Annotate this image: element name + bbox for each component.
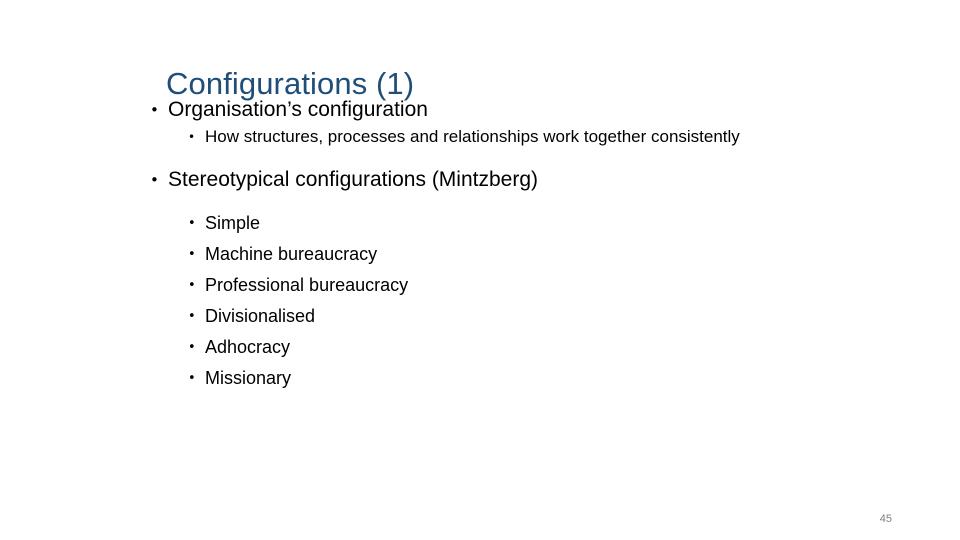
slide-body: • Organisation’s configuration • How str… bbox=[0, 96, 960, 394]
bullet-dot-icon: • bbox=[188, 247, 196, 262]
list-item-label: Professional bureaucracy bbox=[205, 275, 409, 295]
list-item-label: Simple bbox=[205, 213, 261, 233]
bullet-label: Stereotypical configurations (Mintzberg) bbox=[168, 168, 539, 191]
list-item: • Adhocracy bbox=[0, 332, 960, 363]
bullet-dot-icon: • bbox=[188, 371, 196, 386]
slide-canvas: Configurations (1) • Organisation’s conf… bbox=[0, 0, 960, 540]
bullet-label: How structures, processes and relationsh… bbox=[205, 127, 740, 146]
bullet-label: Organisation’s configuration bbox=[168, 98, 428, 121]
bullet-dot-icon: • bbox=[188, 309, 196, 324]
bullet-level1-stereotypical-configurations: • Stereotypical configurations (Mintzber… bbox=[0, 166, 960, 194]
list-item: • Divisionalised bbox=[0, 301, 960, 332]
list-item-label: Adhocracy bbox=[205, 337, 291, 357]
list-item: • Simple bbox=[0, 208, 960, 239]
list-item: • Machine bureaucracy bbox=[0, 239, 960, 270]
list-item-label: Machine bureaucracy bbox=[205, 244, 378, 264]
list-item: • Professional bureaucracy bbox=[0, 270, 960, 301]
page-number: 45 bbox=[879, 513, 892, 525]
list-item-label: Divisionalised bbox=[205, 306, 316, 326]
bullet-dot-icon: • bbox=[188, 130, 196, 144]
bullet-dot-icon: • bbox=[188, 278, 196, 293]
list-item-label: Missionary bbox=[205, 368, 292, 388]
bullet-level2-how-structures: • How structures, processes and relation… bbox=[0, 124, 960, 150]
bullet-dot-icon: • bbox=[188, 340, 196, 355]
mintzberg-configuration-list: • Simple • Machine bureaucracy • Profess… bbox=[0, 208, 960, 394]
bullet-dot-icon: • bbox=[150, 171, 159, 189]
list-item: • Missionary bbox=[0, 363, 960, 394]
bullet-dot-icon: • bbox=[188, 216, 196, 231]
bullet-level1-organisations-configuration: • Organisation’s configuration bbox=[0, 96, 960, 124]
bullet-dot-icon: • bbox=[150, 101, 159, 119]
